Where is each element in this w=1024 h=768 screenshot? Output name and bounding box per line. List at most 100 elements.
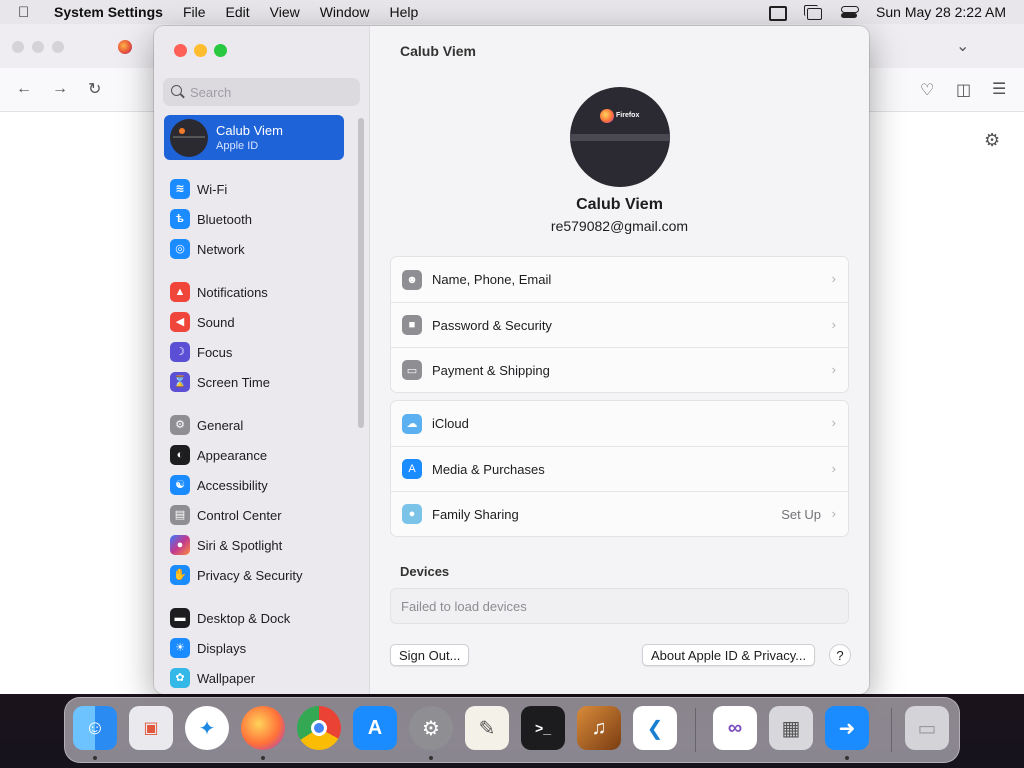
sidebar-item-label: Notifications (197, 284, 268, 300)
row-icloud[interactable]: ☁ iCloud › (391, 401, 848, 446)
sidebar-item-bluetooth[interactable]: ѣ Bluetooth (170, 207, 252, 231)
bell-icon: ▲ (170, 282, 190, 302)
devices-status: Failed to load devices (390, 588, 849, 624)
safari-icon[interactable]: ✦ (185, 706, 229, 750)
about-apple-id-button[interactable]: About Apple ID & Privacy... (642, 644, 816, 666)
chevron-right-icon: › (831, 461, 836, 476)
sidebar-item-appearance[interactable]: ◐ Appearance (170, 443, 267, 467)
menu-edit[interactable]: Edit (226, 4, 250, 20)
wifi-icon: ≋ (170, 179, 190, 199)
sidebar-item-screen-time[interactable]: ⌛ Screen Time (170, 370, 270, 394)
menu-help[interactable]: Help (390, 4, 419, 20)
person-icon: ☻ (402, 269, 422, 290)
sidebar-item-label: Bluetooth (197, 211, 252, 227)
migration-icon[interactable]: ➜ (825, 706, 869, 750)
browser-close-dot[interactable] (12, 41, 24, 53)
extensions-icon[interactable]: ◫ (956, 80, 971, 100)
appstore-icon[interactable]: A (353, 706, 397, 750)
menu-app-name[interactable]: System Settings (54, 4, 163, 20)
chevron-right-icon: › (831, 271, 836, 286)
sidebar-item-label: Sound (197, 314, 235, 330)
close-window-button[interactable] (174, 44, 187, 57)
vscode-icon[interactable]: ❮ (633, 706, 677, 750)
instruments-icon[interactable]: ♫ (577, 706, 621, 750)
sidebar-item-label: Wi-Fi (197, 181, 228, 197)
minimize-window-button[interactable] (194, 44, 207, 57)
sidebar-item-label: Displays (197, 640, 247, 656)
back-arrow-icon[interactable]: ← (16, 80, 32, 98)
search-input[interactable] (190, 84, 350, 100)
sidebar-item-label: Accessibility (197, 477, 268, 493)
chevron-right-icon: › (831, 362, 836, 377)
profile-avatar[interactable]: Firefox (570, 87, 670, 187)
sidebar-item-siri-spotlight[interactable]: ● Siri & Spotlight (170, 533, 282, 557)
sidebar-item-wifi[interactable]: ≋ Wi-Fi (170, 177, 227, 201)
reload-icon[interactable]: ↻ (88, 79, 101, 99)
sign-out-button[interactable]: Sign Out... (390, 644, 470, 666)
card-icon: ▭ (402, 360, 422, 380)
chevron-down-icon[interactable]: ⌄ (956, 36, 969, 56)
sidebar-item-displays[interactable]: ☀ Displays (170, 636, 246, 660)
terminal-icon[interactable]: >_ (521, 706, 565, 750)
sidebar-item-control-center[interactable]: ▤ Control Center (170, 503, 282, 527)
sidebar-item-network[interactable]: ◎ Network (170, 237, 245, 261)
sidebar-item-label: Network (197, 241, 245, 257)
moon-icon: ☽ (170, 342, 190, 362)
dock-separator (695, 708, 696, 752)
chrome-icon[interactable] (297, 706, 341, 750)
sidebar-item-desktop-dock[interactable]: ▬ Desktop & Dock (170, 606, 290, 630)
hamburger-menu-icon[interactable]: ☰ (992, 79, 1006, 99)
sidebar-item-wallpaper[interactable]: ✿ Wallpaper (170, 666, 255, 690)
sidebar-item-sound[interactable]: ◀ Sound (170, 310, 235, 334)
browser-zoom-dot[interactable] (52, 41, 64, 53)
row-password-security[interactable]: ■ Password & Security › (391, 302, 848, 347)
sidebar-item-apple-id[interactable]: Calub Viem Apple ID (164, 115, 344, 160)
row-label: Media & Purchases (432, 461, 545, 477)
zoom-window-button[interactable] (214, 44, 227, 57)
sidebar-scrollbar[interactable] (358, 118, 364, 428)
page-settings-gear-icon[interactable]: ⚙ (984, 130, 1000, 151)
firefox-tab-icon[interactable] (118, 40, 132, 54)
control-center-icon: ▤ (170, 505, 190, 525)
sidebar-item-label: Siri & Spotlight (197, 537, 283, 553)
pocket-icon[interactable]: ♡ (920, 80, 934, 100)
launchpad-icon[interactable]: ▣ (129, 706, 173, 750)
help-button[interactable]: ? (829, 644, 851, 666)
row-name-phone-email[interactable]: ☻ Name, Phone, Email › (391, 257, 848, 302)
menu-view[interactable]: View (270, 4, 300, 20)
user-email: re579082@gmail.com (550, 218, 689, 234)
speaker-icon: ◀ (170, 312, 190, 332)
window-switcher-icon[interactable] (804, 5, 823, 20)
menu-window[interactable]: Window (320, 4, 370, 20)
firefox-icon[interactable] (241, 706, 285, 750)
screen-share-icon[interactable] (768, 5, 788, 21)
textedit-icon[interactable]: ✎ (465, 706, 509, 750)
apple-menu-icon[interactable]:  (18, 4, 34, 21)
control-center-icon[interactable] (840, 5, 860, 19)
dock-icon: ▬ (170, 608, 190, 628)
sidebar-item-focus[interactable]: ☽ Focus (170, 340, 232, 364)
firefox-logo-icon (179, 128, 185, 134)
trash-icon[interactable]: ▭ (905, 706, 949, 750)
finder-icon[interactable]: ☺ (73, 706, 117, 750)
sidebar-search[interactable] (163, 78, 360, 106)
menubar-clock[interactable]: Sun May 28 2:22 AM (876, 4, 1006, 20)
family-sharing-value: Set Up (781, 507, 821, 522)
sidebar-item-general[interactable]: ⚙ General (170, 413, 243, 437)
forward-arrow-icon[interactable]: → (52, 80, 68, 98)
bootcamp-icon[interactable]: ▦ (769, 706, 813, 750)
row-family-sharing[interactable]: ● Family Sharing Set Up › (391, 491, 848, 536)
sidebar-item-notifications[interactable]: ▲ Notifications (170, 280, 268, 304)
chevron-right-icon: › (831, 415, 836, 430)
wallpaper-icon: ✿ (170, 668, 190, 688)
menu-file[interactable]: File (183, 4, 206, 20)
sidebar-item-privacy-security[interactable]: ✋ Privacy & Security (170, 563, 302, 587)
settings-icon[interactable]: ⚙ (409, 706, 453, 750)
browser-minimize-dot[interactable] (32, 41, 44, 53)
sidebar-item-accessibility[interactable]: ☯ Accessibility (170, 473, 268, 497)
visualstudio-icon[interactable]: ∞ (713, 706, 757, 750)
row-media-purchases[interactable]: A Media & Purchases › (391, 446, 848, 491)
row-payment-shipping[interactable]: ▭ Payment & Shipping › (391, 347, 848, 392)
user-name: Calub Viem (576, 196, 663, 213)
hand-icon: ✋ (170, 565, 190, 585)
